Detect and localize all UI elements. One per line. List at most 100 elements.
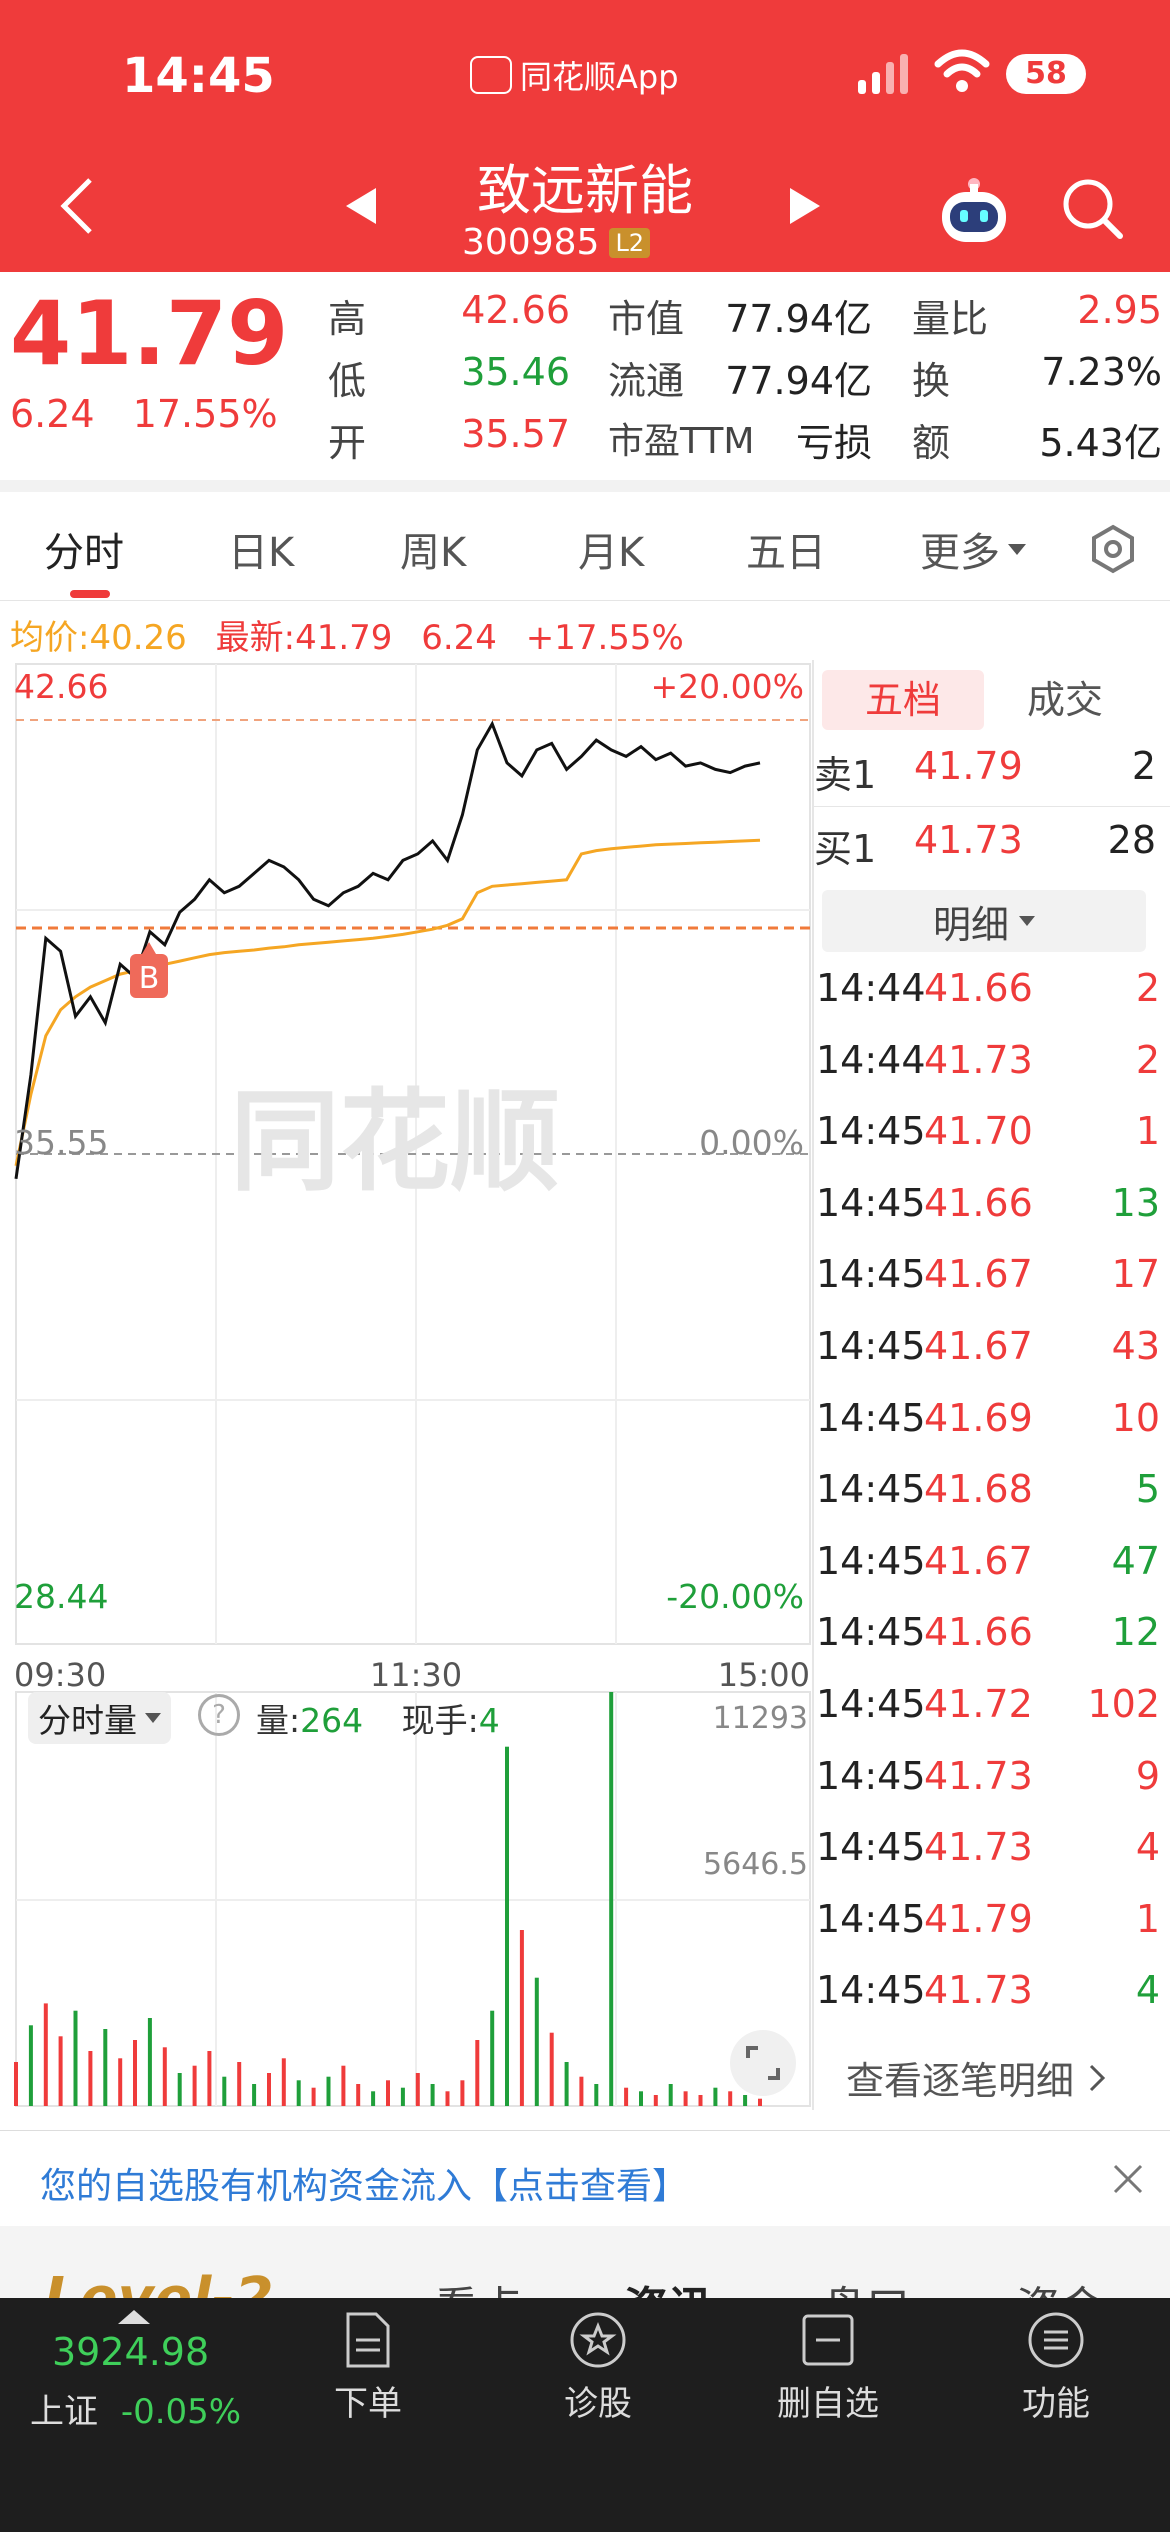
info-tab-news[interactable]: 资讯 xyxy=(624,2272,712,2298)
volume-mode-label: 分时量 xyxy=(38,1701,137,1740)
latest-price-label: 最新:41.79 xyxy=(215,618,393,658)
tab-trades[interactable]: 成交 xyxy=(984,670,1146,730)
sell1-qty: 2 xyxy=(1131,744,1156,788)
volume-bar xyxy=(88,2051,93,2106)
close-icon[interactable] xyxy=(1112,2163,1144,2195)
view-all-trades-label: 查看逐笔明细 xyxy=(846,2059,1075,2103)
trade-row: 14:44 41.73 2 xyxy=(816,1034,1160,1094)
status-time: 14:45 xyxy=(122,48,275,104)
trade-qty: 43 xyxy=(1111,1324,1160,1368)
remove-watchlist-icon xyxy=(802,2314,854,2366)
current-price: 41.79 xyxy=(10,282,289,385)
stat-value-pe: 亏损 xyxy=(795,421,872,465)
trade-qty: 1 xyxy=(1135,1109,1160,1154)
trade-row: 14:45 41.79 1 xyxy=(816,1893,1160,1953)
stat-value-volume-ratio: 2.95 xyxy=(1077,288,1162,332)
search-icon[interactable] xyxy=(1060,176,1126,242)
stock-name: 致远新能 xyxy=(477,159,693,222)
trade-time: 14:45 xyxy=(816,1682,926,1726)
volume-bar xyxy=(222,2076,227,2106)
info-tab-handicap[interactable]: 盘口 xyxy=(822,2272,910,2298)
index-info[interactable]: 上证 -0.05% xyxy=(30,2384,241,2433)
volume-bar xyxy=(490,2010,495,2106)
stat-label-volume-ratio: 量比 xyxy=(912,297,989,341)
detail-dropdown[interactable]: 明细 xyxy=(822,890,1146,952)
notice-banner[interactable]: 您的自选股有机构资金流入【点击查看】 xyxy=(0,2130,1170,2228)
back-icon[interactable] xyxy=(58,176,98,236)
volume-bar xyxy=(73,2010,78,2106)
volume-bar xyxy=(371,2091,376,2106)
header: 14:45 同花顺App 58 致远新能 300985 L2 xyxy=(0,0,1170,272)
buy-marker[interactable]: B xyxy=(130,942,168,998)
buy-marker-label: B xyxy=(139,961,160,996)
tab-monthly-k[interactable]: 月K xyxy=(578,520,644,578)
volume-bar xyxy=(28,2025,33,2106)
stat-value-turnover: 7.23% xyxy=(1041,350,1162,394)
y-label-top: 42.66 xyxy=(14,667,108,706)
diagnose-button[interactable]: 诊股 xyxy=(518,2310,678,2425)
trade-time: 14:45 xyxy=(816,1968,926,2013)
info-tab-highlights[interactable]: 看点 xyxy=(434,2272,522,2298)
info-change: 6.24 xyxy=(421,618,497,658)
buy1-price: 41.73 xyxy=(914,818,1023,862)
notice-text[interactable]: 您的自选股有机构资金流入【点击查看】 xyxy=(40,2157,688,2209)
book-divider xyxy=(814,806,1170,807)
signal-icon xyxy=(858,54,908,94)
stock-code-row: 300985 L2 xyxy=(462,222,651,263)
tab-daily-k[interactable]: 日K xyxy=(228,520,294,578)
volume-bar xyxy=(177,2073,182,2106)
remove-watchlist-button[interactable]: 删自选 xyxy=(748,2310,908,2425)
volume-bar xyxy=(118,2058,123,2106)
volume-bar xyxy=(147,2018,152,2106)
tab-more[interactable]: 更多 xyxy=(920,520,1026,578)
order-button[interactable]: 下单 xyxy=(288,2310,448,2425)
volume-bar xyxy=(252,2084,257,2106)
tab-weekly-k[interactable]: 周K xyxy=(400,520,466,578)
x-tick-noon: 11:30 xyxy=(370,1656,462,1694)
tab-intraday[interactable]: 分时 xyxy=(44,520,124,578)
stat-value-low: 35.46 xyxy=(461,350,570,394)
volume-bar xyxy=(609,1692,614,2106)
trade-row: 14:45 41.73 4 xyxy=(816,1821,1160,1881)
index-expand-icon[interactable] xyxy=(118,2310,150,2324)
next-stock-icon[interactable] xyxy=(790,188,820,224)
tab-five-day[interactable]: 五日 xyxy=(746,520,826,578)
view-all-trades-link[interactable]: 查看逐笔明细 xyxy=(846,2050,1106,2105)
prev-stock-icon[interactable] xyxy=(346,188,376,224)
volume-bar xyxy=(192,2065,197,2106)
change-value: 6.24 xyxy=(10,392,95,436)
info-tab-level2[interactable]: Level-2 xyxy=(44,2266,274,2298)
tab-five-levels[interactable]: 五档 xyxy=(822,670,984,730)
trade-price: 41.66 xyxy=(924,1180,1033,1225)
stat-label-high: 高 xyxy=(328,297,367,341)
trade-time: 14:45 xyxy=(816,1467,926,1512)
volume-bar xyxy=(14,2062,18,2106)
volume-mode-select[interactable]: 分时量 xyxy=(28,1692,171,1744)
price-change: 6.24 17.55% xyxy=(10,392,278,436)
volume-bar xyxy=(653,2095,658,2106)
trade-price: 41.73 xyxy=(924,1037,1033,1082)
index-value[interactable]: 3924.98 xyxy=(52,2330,209,2374)
settings-icon[interactable] xyxy=(1088,524,1138,574)
help-icon[interactable]: ? xyxy=(198,1694,240,1736)
trade-time: 14:45 xyxy=(816,1896,926,1941)
sell1-label: 卖1 xyxy=(814,753,877,797)
trade-time: 14:45 xyxy=(816,1252,926,1297)
fullscreen-button[interactable] xyxy=(730,2030,796,2096)
trade-time: 14:45 xyxy=(816,1825,926,1870)
functions-button[interactable]: 功能 xyxy=(976,2310,1136,2425)
hand-text-label: 现手: xyxy=(401,1701,479,1740)
trade-qty: 9 xyxy=(1135,1753,1160,1798)
trade-row: 14:44 41.66 2 xyxy=(816,962,1160,1022)
volume-bar xyxy=(475,2040,480,2106)
stat-label-open: 开 xyxy=(328,421,367,465)
robot-assistant-icon[interactable] xyxy=(936,176,1012,246)
y-label-mid: 35.55 xyxy=(14,1123,108,1162)
tab-divider xyxy=(0,600,1170,601)
volume-bar xyxy=(430,2084,435,2106)
intraday-chart[interactable]: 同花顺 B 42.66 35.55 28.44 +20.00% 0.00% -2… xyxy=(0,660,812,2110)
info-tab-funds[interactable]: 资金 xyxy=(1016,2272,1104,2298)
tab-more-label: 更多 xyxy=(920,530,1000,576)
trade-qty: 2 xyxy=(1135,1037,1160,1082)
volume-bar xyxy=(683,2091,688,2106)
